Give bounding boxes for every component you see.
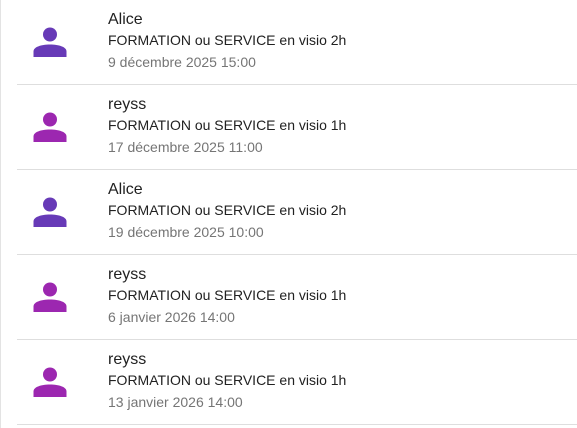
appointment-description: FORMATION ou SERVICE en visio 2h: [108, 32, 347, 48]
person-icon: [32, 109, 68, 145]
list-item[interactable]: reyss FORMATION ou SERVICE en visio 1h 1…: [17, 340, 577, 425]
contact-name: Alice: [108, 11, 143, 28]
contact-name: Alice: [108, 181, 143, 198]
person-icon: [32, 279, 68, 315]
appointment-date: 19 décembre 2025 10:00: [108, 224, 264, 240]
list-item[interactable]: reyss FORMATION ou SERVICE en visio 1h 1…: [17, 85, 577, 170]
person-icon: [32, 364, 68, 400]
appointment-list: Alice FORMATION ou SERVICE en visio 2h 9…: [0, 0, 577, 428]
list-item[interactable]: reyss FORMATION ou SERVICE en visio 1h 6…: [17, 255, 577, 340]
appointment-date: 9 décembre 2025 15:00: [108, 54, 256, 70]
contact-name: reyss: [108, 266, 147, 283]
appointment-date: 17 décembre 2025 11:00: [108, 139, 263, 155]
appointment-date: 13 janvier 2026 14:00: [108, 394, 243, 410]
appointment-description: FORMATION ou SERVICE en visio 1h: [108, 372, 347, 388]
appointment-description: FORMATION ou SERVICE en visio 2h: [108, 202, 347, 218]
person-icon: [32, 194, 68, 230]
list-item[interactable]: Alice FORMATION ou SERVICE en visio 2h 1…: [17, 170, 577, 255]
appointment-date: 6 janvier 2026 14:00: [108, 309, 235, 325]
contact-name: reyss: [108, 351, 147, 368]
appointment-description: FORMATION ou SERVICE en visio 1h: [108, 117, 347, 133]
appointment-description: FORMATION ou SERVICE en visio 1h: [108, 287, 347, 303]
contact-name: reyss: [108, 96, 147, 113]
person-icon: [32, 24, 68, 60]
list-item[interactable]: Alice FORMATION ou SERVICE en visio 2h 9…: [17, 0, 577, 85]
